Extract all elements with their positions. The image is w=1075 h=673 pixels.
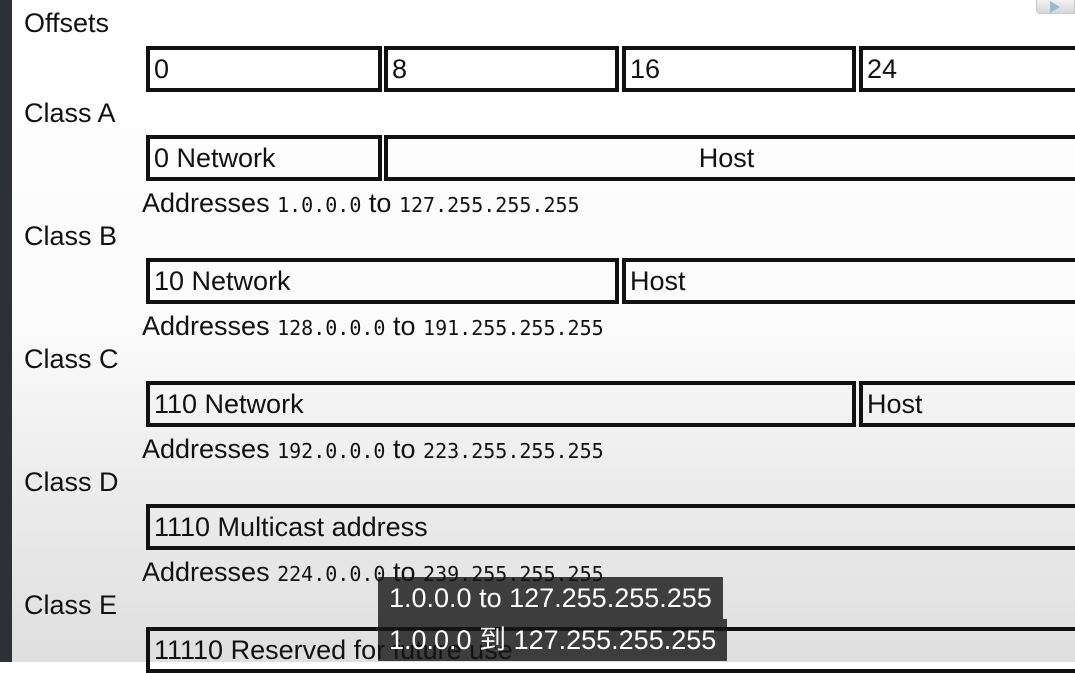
class-b-label: Class B [24,221,118,251]
class-d-range-start: 224.0.0.0 [277,562,386,586]
class-c-host-field: Host [859,381,1075,427]
play-icon[interactable] [1036,0,1075,14]
to-word: to [392,311,416,341]
class-a-label: Class A [24,98,116,128]
addresses-word: Addresses [142,311,270,341]
addresses-word: Addresses [142,434,270,464]
subtitle-english: 1.0.0.0 to 127.255.255.255 [378,577,723,619]
left-window-edge [0,0,12,662]
offset-8: 8 [384,46,619,92]
class-e-label: Class E [24,590,118,620]
class-c-network-field: 110 Network [146,381,856,427]
addresses-word: Addresses [142,557,270,587]
class-b-network-field: 10 Network [146,258,619,304]
offset-24: 24 [859,46,1075,92]
class-a-host-field: Host [384,135,1075,181]
class-b-range-end: 191.255.255.255 [423,316,604,340]
class-d-multicast-field: 1110 Multicast address [146,504,1075,550]
class-a-address-range: Addresses 1.0.0.0 to 127.255.255.255 [142,190,580,217]
to-word: to [368,188,392,218]
subtitle-chinese: 1.0.0.0 到 127.255.255.255 [378,619,728,661]
offsets-label: Offsets [24,8,110,38]
class-a-range-end: 127.255.255.255 [398,193,580,217]
class-b-host-field: Host [622,258,1075,304]
class-c-label: Class C [24,344,119,374]
offset-0: 0 [146,46,382,92]
class-c-range-start: 192.0.0.0 [277,439,386,463]
to-word: to [392,434,416,464]
class-c-range-end: 223.255.255.255 [423,439,604,463]
offset-16: 16 [622,46,856,92]
class-a-range-start: 1.0.0.0 [277,193,362,217]
class-b-address-range: Addresses 128.0.0.0 to 191.255.255.255 [142,313,604,340]
class-d-label: Class D [24,467,119,497]
class-c-address-range: Addresses 192.0.0.0 to 223.255.255.255 [142,436,604,463]
class-b-range-start: 128.0.0.0 [277,316,386,340]
class-a-network-field: 0 Network [146,135,382,181]
addresses-word: Addresses [142,188,270,218]
